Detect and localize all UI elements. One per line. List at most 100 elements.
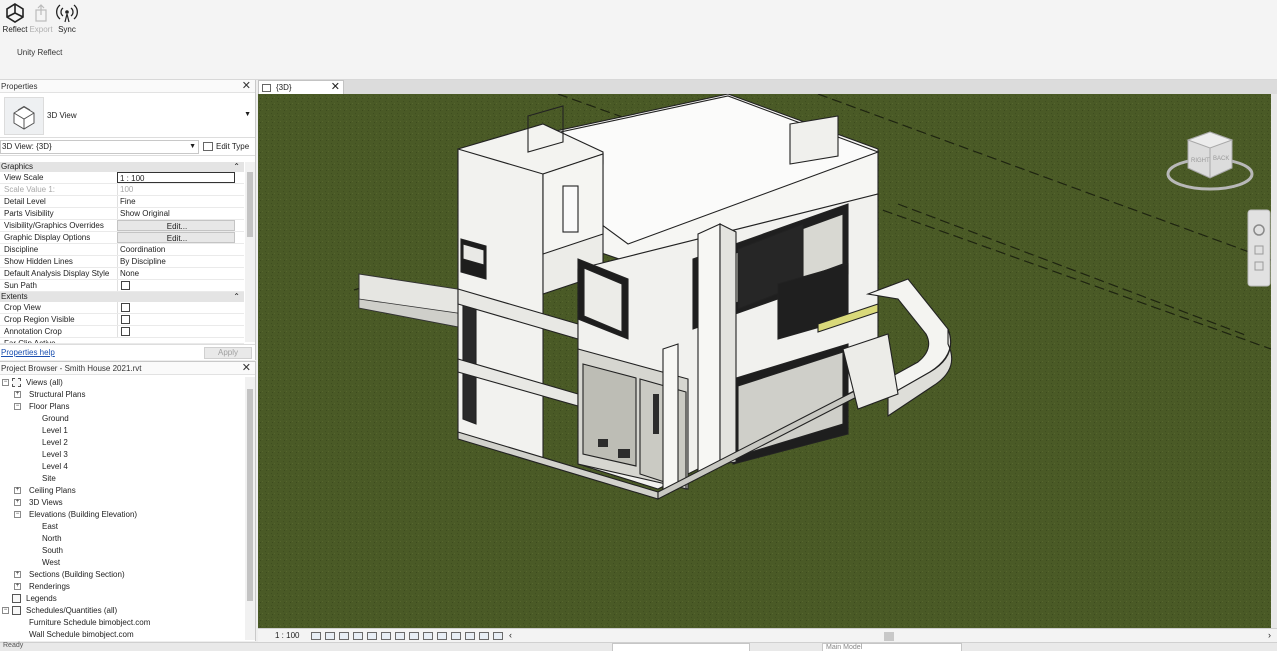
tree-label: Structural Plans (29, 390, 86, 399)
type-dropdown-icon[interactable]: ▼ (244, 111, 251, 118)
reveal-hidden-icon[interactable] (437, 632, 447, 640)
scroll-thumb[interactable] (247, 389, 253, 601)
tree-node-legends[interactable]: Legends (0, 593, 244, 605)
tree-label: Schedules/Quantities (all) (26, 606, 118, 615)
detail-level-field[interactable]: Fine (117, 196, 235, 207)
tree-node-west[interactable]: West (0, 557, 244, 569)
tree-node-level-1[interactable]: Level 1 (0, 425, 244, 437)
temp-view-properties-icon[interactable] (451, 632, 461, 640)
analysis-style-field[interactable]: None (117, 268, 235, 279)
tree-node-floor-plans[interactable]: − Floor Plans (0, 401, 244, 413)
collapse-icon[interactable]: − (2, 379, 9, 386)
ribbon-panel-label: Unity Reflect (17, 48, 63, 57)
scroll-thumb[interactable] (247, 172, 253, 237)
prop-key: Crop Region Visible (4, 315, 75, 324)
sun-path-icon[interactable] (339, 632, 349, 640)
expand-icon[interactable]: + (14, 583, 21, 590)
horizontal-scroll-thumb[interactable] (884, 632, 894, 641)
tree-node-level-3[interactable]: Level 3 (0, 449, 244, 461)
viewport-vertical-scrollbar[interactable] (1271, 94, 1277, 628)
crop-view-checkbox[interactable] (121, 303, 130, 312)
sun-path-checkbox[interactable] (121, 281, 130, 290)
collapse-icon[interactable]: ⌃ (233, 162, 240, 172)
crop-region-checkbox[interactable] (121, 315, 130, 324)
vg-overrides-edit-button[interactable]: Edit... (117, 220, 235, 231)
prop-detail-level: Detail Level Fine (0, 196, 244, 208)
prop-key: Crop View (4, 303, 41, 312)
type-selector[interactable]: 3D View ▼ (0, 93, 255, 138)
reveal-constraints-icon[interactable] (493, 632, 503, 640)
annotation-crop-checkbox[interactable] (121, 327, 130, 336)
tree-node-renderings[interactable]: + Renderings (0, 581, 244, 593)
prop-key: Parts Visibility (4, 209, 54, 218)
expand-icon[interactable]: + (14, 487, 21, 494)
close-icon[interactable]: ✕ (331, 81, 340, 94)
properties-footer: Properties help Apply (0, 344, 255, 360)
tree-node-views[interactable]: − Views (all) (0, 377, 244, 389)
tree-label: Sections (Building Section) (29, 570, 125, 579)
lock-view-icon[interactable] (409, 632, 419, 640)
collapse-icon[interactable]: − (14, 403, 21, 410)
temp-hide-icon[interactable] (423, 632, 433, 640)
expand-icon[interactable]: + (14, 571, 21, 578)
crop-view-icon[interactable] (381, 632, 391, 640)
properties-help-link[interactable]: Properties help (1, 348, 55, 357)
3d-model-canvas[interactable]: RIGHT BACK (258, 94, 1271, 628)
tree-node-schedules[interactable]: − Schedules/Quantities (all) (0, 605, 244, 617)
view-instance-select[interactable]: 3D View: {3D} ▼ (0, 140, 199, 154)
view-scale-input[interactable]: 1 : 100 (117, 172, 235, 183)
shadows-icon[interactable] (353, 632, 363, 640)
tree-node-structural-plans[interactable]: + Structural Plans (0, 389, 244, 401)
view-scale-control[interactable]: 1 : 100 (275, 631, 299, 640)
tree-node-level-2[interactable]: Level 2 (0, 437, 244, 449)
browser-close-icon[interactable]: ✕ (242, 362, 251, 374)
tree-node-sections[interactable]: + Sections (Building Section) (0, 569, 244, 581)
tree-node-ground[interactable]: Ground (0, 413, 244, 425)
visual-style-icon[interactable] (325, 632, 335, 640)
expand-icon[interactable]: + (14, 499, 21, 506)
render-icon[interactable] (367, 632, 377, 640)
hidden-lines-field[interactable]: By Discipline (117, 256, 235, 267)
crop-region-icon[interactable] (395, 632, 405, 640)
detail-level-icon[interactable] (311, 632, 321, 640)
tree-node-furniture-schedule[interactable]: Furniture Schedule bimobject.com (0, 617, 244, 629)
collapse-icon[interactable]: − (14, 511, 21, 518)
3d-viewport[interactable]: RIGHT BACK (258, 94, 1271, 628)
graphic-display-edit-button[interactable]: Edit... (117, 232, 235, 243)
scroll-right-icon[interactable]: › (1268, 630, 1271, 640)
view-tab-3d[interactable]: {3D} ✕ (258, 80, 344, 94)
group-extents[interactable]: Extents ⌃ (0, 292, 244, 302)
properties-title-bar: Properties ✕ (0, 80, 255, 93)
properties-close-icon[interactable]: ✕ (242, 80, 251, 92)
worksets-field[interactable] (612, 643, 750, 651)
properties-scrollbar[interactable] (245, 162, 255, 342)
expand-icon[interactable]: + (14, 391, 21, 398)
tree-node-south[interactable]: South (0, 545, 244, 557)
group-graphics[interactable]: Graphics ⌃ (0, 162, 244, 172)
browser-scrollbar[interactable] (245, 377, 255, 640)
tree-node-level-4[interactable]: Level 4 (0, 461, 244, 473)
tree-node-east[interactable]: East (0, 521, 244, 533)
analytical-model-icon[interactable] (465, 632, 475, 640)
tree-node-ceiling-plans[interactable]: + Ceiling Plans (0, 485, 244, 497)
collapse-icon[interactable]: − (2, 607, 9, 614)
tree-node-elevations[interactable]: − Elevations (Building Elevation) (0, 509, 244, 521)
tree-node-3d-views[interactable]: +3D Views (0, 497, 244, 509)
apply-button[interactable]: Apply (204, 347, 252, 359)
discipline-field[interactable]: Coordination (117, 244, 235, 255)
highlight-displacement-icon[interactable] (479, 632, 489, 640)
viewcube-right-label: BACK (1213, 156, 1229, 162)
collapse-icon[interactable]: ⌃ (233, 292, 240, 302)
tree-node-north[interactable]: North (0, 533, 244, 545)
parts-visibility-field[interactable]: Show Original (117, 208, 235, 219)
tree-node-site[interactable]: Site (0, 473, 244, 485)
sync-button[interactable]: Sync (52, 2, 82, 34)
edit-type-button[interactable]: Edit Type (203, 140, 249, 154)
scroll-left-icon[interactable]: ‹ (509, 630, 512, 640)
tree-node-wall-schedule[interactable]: Wall Schedule bimobject.com (0, 629, 244, 641)
browser-tree: − Views (all) + Structural Plans − Floor Pl… (0, 377, 244, 641)
design-option-field[interactable]: Main Model (822, 643, 962, 651)
view-tab-bar: {3D} ✕ (258, 80, 1277, 94)
view-tab-label: {3D} (276, 83, 292, 92)
navigation-bar[interactable] (1247, 209, 1271, 287)
